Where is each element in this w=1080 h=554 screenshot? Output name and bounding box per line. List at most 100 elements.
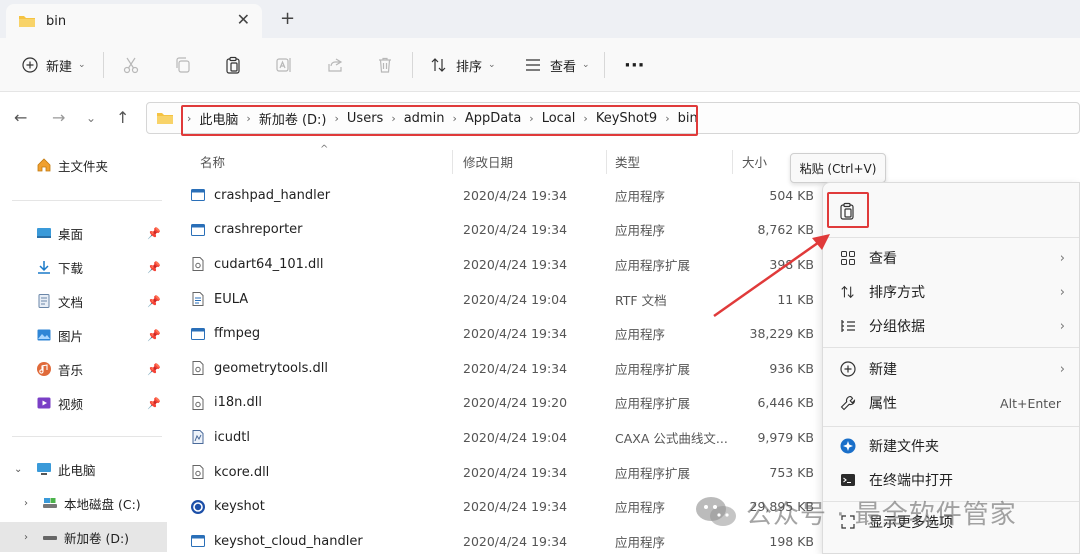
pin-icon[interactable]: 📌 bbox=[147, 295, 161, 308]
menu-item-label: 属性 bbox=[869, 396, 897, 412]
sidebar-item-home[interactable]: 主文件夹 bbox=[0, 150, 167, 180]
document-icon bbox=[38, 294, 50, 308]
column-header-type[interactable]: 类型 bbox=[615, 144, 640, 178]
menu-item-group[interactable]: 分组依据 › bbox=[829, 309, 1075, 343]
home-icon bbox=[37, 158, 51, 172]
sidebar-item-label: 下载 bbox=[58, 260, 84, 276]
file-name-cell[interactable]: crashpad_handler bbox=[190, 178, 330, 213]
chevron-down-icon[interactable]: ⌄ bbox=[14, 464, 24, 475]
keyshot-icon bbox=[190, 499, 214, 515]
sidebar-item-this-pc[interactable]: ⌄ 此电脑 bbox=[0, 454, 167, 484]
view-button[interactable]: 查看 ⌄ bbox=[524, 38, 590, 92]
close-tab-icon[interactable]: ✕ bbox=[237, 10, 250, 29]
file-name-cell[interactable]: geometrytools.dll bbox=[190, 351, 328, 386]
menu-item-properties[interactable]: 属性 Alt+Enter bbox=[829, 386, 1075, 420]
grid-icon bbox=[841, 251, 855, 265]
sidebar-item-videos[interactable]: 视频 📌 bbox=[0, 388, 167, 418]
sidebar-item-documents[interactable]: 文档 📌 bbox=[0, 286, 167, 316]
sidebar-item-downloads[interactable]: 下载 📌 bbox=[0, 252, 167, 282]
file-name-cell[interactable]: cudart64_101.dll bbox=[190, 247, 324, 282]
table-row[interactable]: geometrytools.dll 2020/4/24 19:34 应用程序扩展 93… bbox=[178, 351, 820, 386]
pin-icon[interactable]: 📌 bbox=[147, 261, 161, 274]
more-options-button[interactable]: ··· bbox=[624, 38, 645, 92]
menu-item-sort[interactable]: 排序方式 › bbox=[829, 275, 1075, 309]
column-header-date[interactable]: 修改日期 bbox=[463, 144, 513, 178]
wechat-logo-icon bbox=[696, 497, 736, 526]
table-row[interactable]: icudtl 2020/4/24 19:04 CAXA 公式曲线文... 9,979 … bbox=[178, 420, 820, 455]
file-type: 应用程序 bbox=[615, 327, 666, 343]
computer-icon bbox=[37, 463, 51, 475]
column-divider[interactable] bbox=[452, 150, 453, 174]
wrench-icon bbox=[840, 395, 856, 411]
table-row[interactable]: i18n.dll 2020/4/24 19:20 应用程序扩展 6,446 KB bbox=[178, 386, 820, 421]
chevron-right-icon: › bbox=[1059, 250, 1065, 266]
navigation-pane: 主文件夹 桌面 📌 下载 📌 文档 📌 图片 📌 音乐 📌 视频 📌 ⌄ 此电脑… bbox=[0, 144, 167, 554]
view-list-icon bbox=[526, 59, 540, 71]
copy-icon bbox=[176, 57, 190, 73]
file-name-cell[interactable]: kcore.dll bbox=[190, 455, 269, 490]
file-name: icudtl bbox=[214, 429, 250, 445]
column-header-size[interactable]: 大小 bbox=[742, 144, 767, 178]
share-button[interactable] bbox=[326, 38, 344, 92]
delete-button[interactable] bbox=[376, 38, 394, 92]
file-name-cell[interactable]: EULA bbox=[190, 282, 248, 317]
sort-ascending-icon: ^ bbox=[320, 144, 329, 155]
menu-item-new[interactable]: 新建 › bbox=[829, 352, 1075, 386]
file-type: 应用程序 bbox=[615, 223, 666, 239]
copy-button[interactable] bbox=[174, 38, 192, 92]
forward-arrow-icon[interactable]: → bbox=[52, 108, 65, 127]
sort-button[interactable]: 排序 ⌄ bbox=[430, 38, 496, 92]
file-name: EULA bbox=[214, 291, 249, 307]
menu-item-new-folder[interactable]: 新建文件夹 bbox=[829, 429, 1075, 463]
sidebar-item-label: 此电脑 bbox=[58, 462, 96, 478]
chevron-right-icon[interactable]: › bbox=[24, 498, 34, 509]
column-divider[interactable] bbox=[606, 150, 607, 174]
file-size: 9,979 KB bbox=[757, 429, 814, 445]
back-arrow-icon[interactable]: ← bbox=[14, 108, 27, 127]
tab-bin[interactable]: bin ✕ bbox=[6, 4, 262, 38]
toolbar-divider bbox=[604, 52, 605, 78]
file-type: 应用程序 bbox=[615, 188, 666, 204]
menu-item-view[interactable]: 查看 › bbox=[829, 241, 1075, 275]
new-button[interactable]: 新建 ⌄ bbox=[22, 38, 86, 92]
file-name-cell[interactable]: keyshot_cloud_handler bbox=[190, 524, 363, 554]
file-name-cell[interactable]: keyshot bbox=[190, 489, 265, 524]
music-icon bbox=[37, 362, 51, 376]
file-name-cell[interactable]: ffmpeg bbox=[190, 316, 260, 351]
sidebar-item-desktop[interactable]: 桌面 📌 bbox=[0, 218, 167, 248]
paste-button[interactable] bbox=[224, 38, 242, 92]
add-tab-icon[interactable]: + bbox=[280, 8, 295, 29]
sidebar-item-drive-c[interactable]: › 本地磁盘 (C:) bbox=[0, 488, 167, 518]
pin-icon[interactable]: 📌 bbox=[147, 329, 161, 342]
sidebar-item-label: 视频 bbox=[58, 396, 84, 412]
pin-icon[interactable]: 📌 bbox=[147, 397, 161, 410]
pin-icon[interactable]: 📌 bbox=[147, 227, 161, 240]
file-name: kcore.dll bbox=[214, 464, 270, 480]
pin-icon[interactable]: 📌 bbox=[147, 363, 161, 376]
sidebar-item-label: 主文件夹 bbox=[58, 158, 109, 174]
sidebar-item-label: 图片 bbox=[58, 328, 84, 344]
command-toolbar: 新建 ⌄ 排序 ⌄ 查看 ⌄ ··· bbox=[0, 38, 1080, 92]
rename-button[interactable] bbox=[275, 38, 293, 92]
file-name-cell[interactable]: icudtl bbox=[190, 420, 250, 455]
up-arrow-icon[interactable]: ↑ bbox=[116, 108, 129, 127]
column-divider[interactable] bbox=[732, 150, 733, 174]
table-row[interactable]: crashpad_handler 2020/4/24 19:34 应用程序 504 K… bbox=[178, 178, 820, 213]
file-name-cell[interactable]: crashreporter bbox=[190, 213, 303, 248]
cut-button[interactable] bbox=[122, 38, 140, 92]
file-type: 应用程序扩展 bbox=[615, 257, 691, 273]
sidebar-item-music[interactable]: 音乐 📌 bbox=[0, 354, 167, 384]
file-date: 2020/4/24 19:34 bbox=[463, 187, 568, 203]
trash-icon bbox=[379, 57, 391, 73]
file-name: geometrytools.dll bbox=[214, 360, 328, 376]
recent-locations-chevron-icon[interactable]: ⌄ bbox=[86, 111, 96, 125]
sidebar-item-pictures[interactable]: 图片 📌 bbox=[0, 320, 167, 350]
chevron-right-icon[interactable]: › bbox=[24, 532, 34, 543]
sidebar-divider bbox=[12, 436, 162, 437]
sidebar-item-drive-d[interactable]: › 新加卷 (D:) bbox=[0, 522, 167, 552]
watermark: 公众号 · 最全软件管家 bbox=[694, 492, 1017, 532]
column-header-name[interactable]: 名称 bbox=[200, 144, 225, 178]
file-name-cell[interactable]: i18n.dll bbox=[190, 386, 262, 421]
file-size: 936 KB bbox=[769, 360, 814, 376]
table-row[interactable]: kcore.dll 2020/4/24 19:34 应用程序扩展 753 KB bbox=[178, 455, 820, 490]
